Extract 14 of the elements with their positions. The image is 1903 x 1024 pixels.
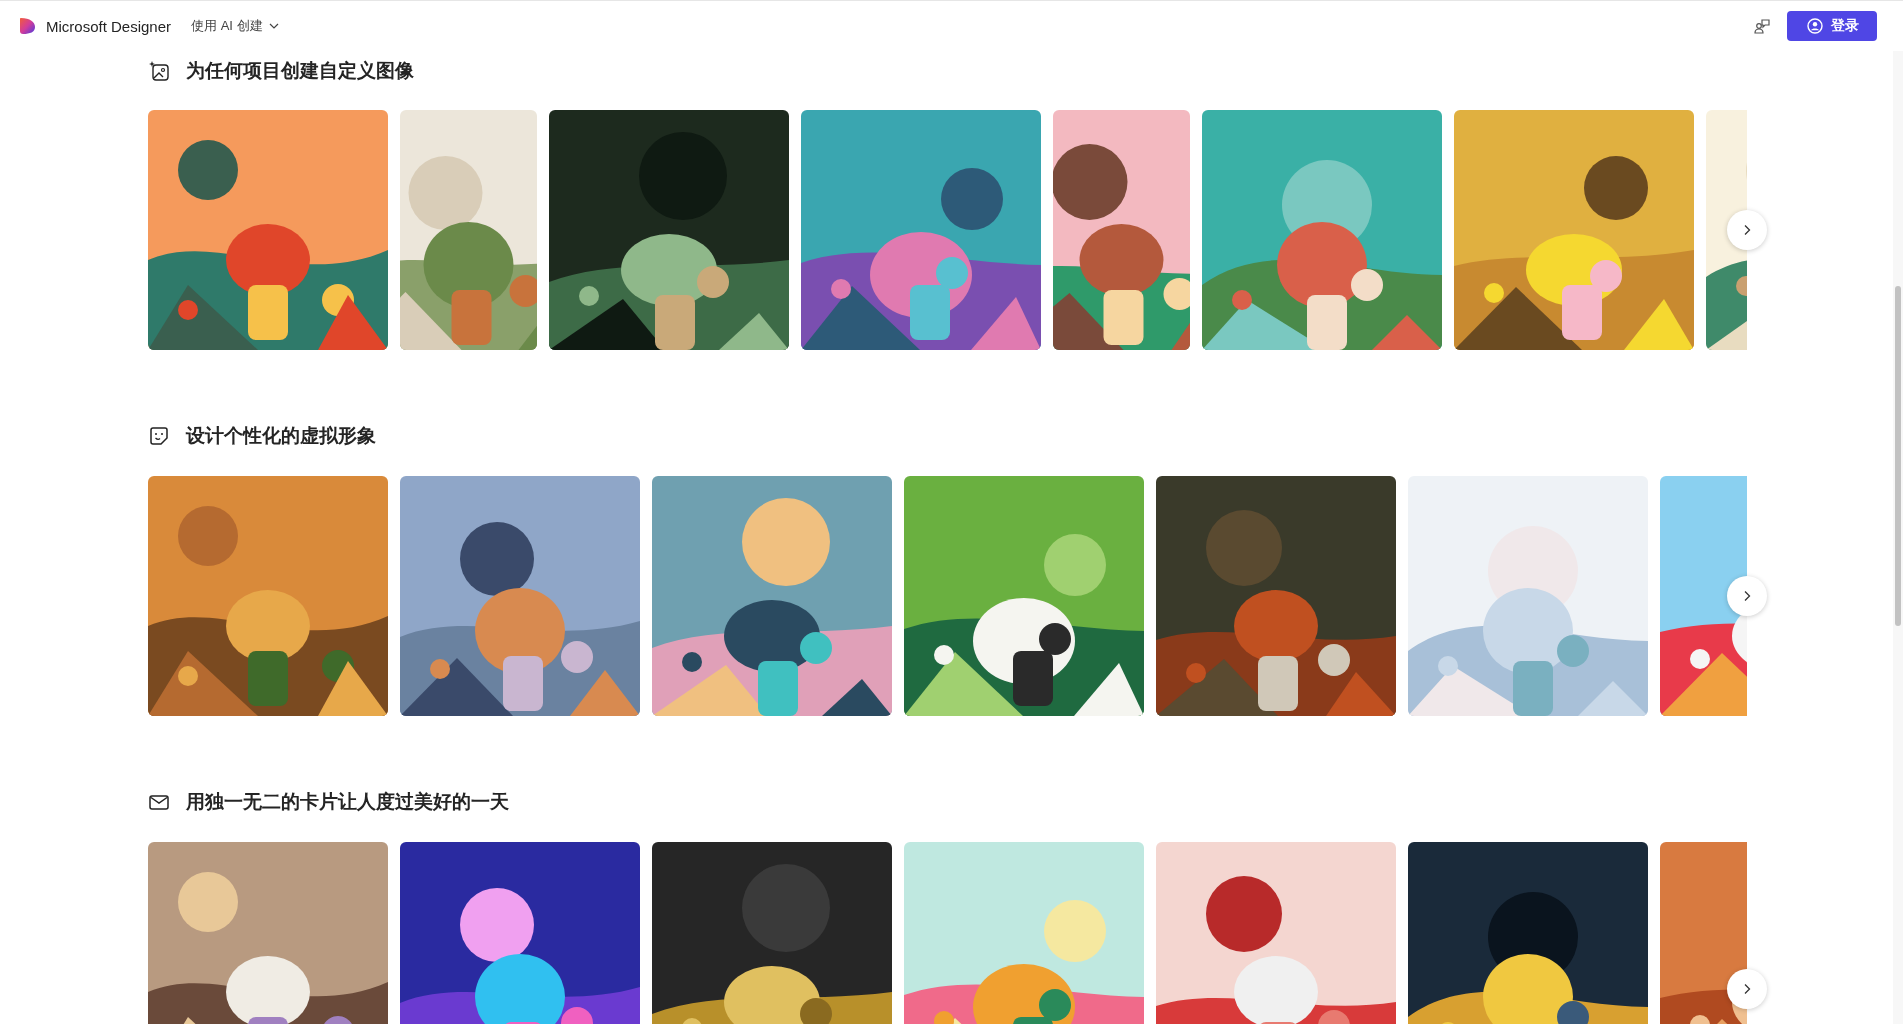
section-title: 设计个性化的虚拟形象 [186,424,376,448]
image-sparkle-icon [148,60,170,82]
section-title: 用独一无二的卡片让人度过美好的一天 [186,790,509,814]
section-title: 为任何项目创建自定义图像 [186,59,414,83]
sticker-icon [148,425,170,447]
user-icon [1807,18,1823,34]
feedback-icon[interactable] [1753,17,1771,35]
login-button[interactable]: 登录 [1787,11,1877,41]
brand-name[interactable]: Microsoft Designer [46,17,172,35]
next-button[interactable] [1727,969,1767,1009]
chevron-down-icon [268,21,279,31]
create-menu[interactable]: 使用 AI 创建 [191,15,279,37]
logo-icon[interactable] [18,16,38,36]
scrollbar[interactable] [1893,51,1903,1024]
